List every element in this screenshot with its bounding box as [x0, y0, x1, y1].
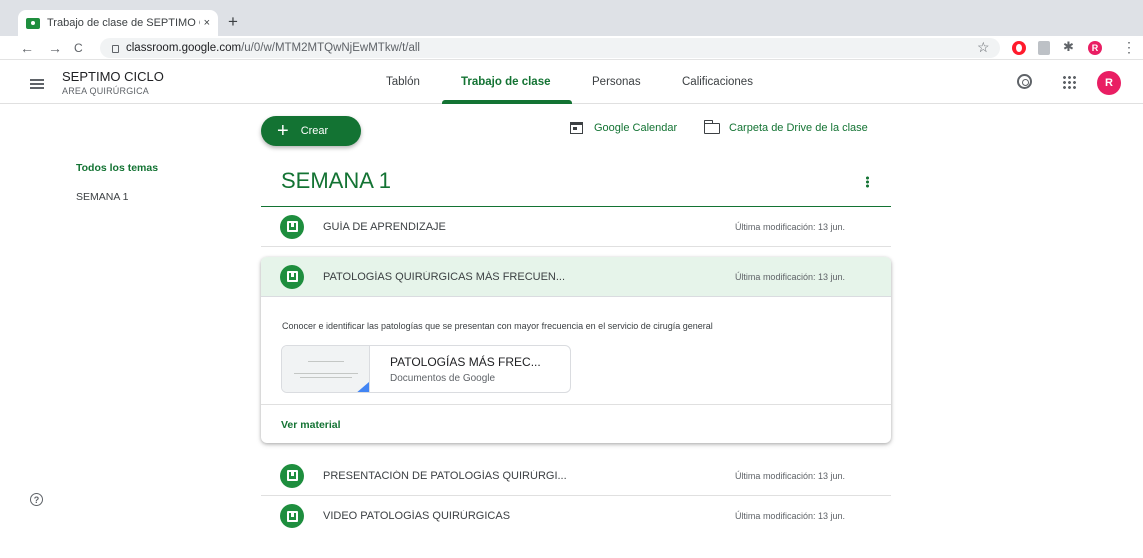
- classwork-item-date: Última modificación: 13 jun.: [734, 511, 845, 521]
- folder-icon: [703, 119, 720, 134]
- attachment-card[interactable]: PATOLOGÍAS MÁS FREC... Documentos de Goo…: [281, 345, 571, 393]
- material-icon: [280, 463, 304, 488]
- classwork-item-header[interactable]: PATOLOGÍAS QUIRÚRGICAS MÁS FRECUEN... Úl…: [261, 257, 891, 297]
- classwork-item-title: GUÍA DE APRENDIZAJE: [323, 220, 446, 233]
- active-tab-indicator: [442, 100, 572, 104]
- close-tab-icon[interactable]: ×: [204, 17, 210, 29]
- class-name[interactable]: SEPTIMO CICLO: [62, 69, 164, 84]
- classroom-favicon-icon: [26, 17, 40, 29]
- expanded-divider: [261, 404, 891, 405]
- plus-icon: +: [277, 120, 289, 142]
- classwork-item-title: VIDEO PATOLOGÍAS QUIRÚRGICAS: [323, 510, 511, 522]
- bookmark-star-icon[interactable]: ☆: [977, 39, 990, 56]
- url-path: /u/0/w/MTM2MTQwNjEwMTkw/t/all: [241, 42, 420, 54]
- browser-tab[interactable]: Trabajo de clase de SEPTIMO C ×: [18, 10, 218, 36]
- classwork-item[interactable]: PRESENTACIÓN DE PATOLOGÍAS QUIRÚRGI... Ú…: [261, 456, 891, 496]
- classwork-item-description: Conocer e identificar las patologías que…: [282, 321, 713, 331]
- url-host: classroom.google.com: [126, 42, 242, 54]
- google-calendar-label: Google Calendar: [594, 122, 678, 134]
- classwork-item-title: PATOLOGÍAS QUIRÚRGICAS MÁS FRECUEN...: [323, 270, 566, 283]
- address-bar[interactable]: classroom.google.com/u/0/w/MTM2MTQwNjEwM…: [100, 38, 1000, 58]
- tab-tablon[interactable]: Tablón: [386, 76, 420, 88]
- browser-toolbar: ← → C classroom.google.com/u/0/w/MTM2MTQ…: [0, 36, 1143, 60]
- material-icon: [280, 504, 304, 528]
- forward-arrow-icon[interactable]: →: [48, 39, 62, 57]
- google-docs-corner-icon: [355, 382, 369, 392]
- reload-icon[interactable]: C: [74, 39, 83, 57]
- calendar-icon: [570, 122, 583, 134]
- extensions-puzzle-icon[interactable]: ✱: [1063, 39, 1074, 55]
- topic-item-semana-1[interactable]: SEMANA 1: [76, 191, 158, 203]
- material-icon: [280, 214, 304, 239]
- apps-grid-icon[interactable]: [1062, 75, 1076, 89]
- classwork-item[interactable]: VIDEO PATOLOGÍAS QUIRÚRGICAS Última modi…: [261, 496, 891, 536]
- tab-calificaciones[interactable]: Calificaciones: [682, 76, 753, 88]
- expanded-classwork-item: PATOLOGÍAS QUIRÚRGICAS MÁS FRECUEN... Úl…: [261, 257, 891, 443]
- classwork-item-date: Última modificación: 13 jun.: [734, 271, 845, 282]
- browser-menu-icon[interactable]: ⋮: [1122, 39, 1136, 56]
- main-menu-icon[interactable]: [30, 79, 44, 89]
- attachment-type: Documentos de Google: [390, 373, 496, 384]
- document-extension-icon[interactable]: [1038, 41, 1050, 55]
- topic-title: SEMANA 1: [281, 168, 392, 193]
- create-button[interactable]: + Crear: [261, 116, 361, 146]
- view-material-link[interactable]: Ver material: [281, 419, 341, 431]
- back-arrow-icon[interactable]: ←: [20, 39, 34, 57]
- browser-profile-avatar[interactable]: R: [1088, 41, 1102, 55]
- settings-gear-icon[interactable]: [1017, 74, 1032, 89]
- help-icon[interactable]: ?: [30, 493, 43, 506]
- classwork-item-date: Última modificación: 13 jun.: [734, 221, 845, 232]
- topic-item-all[interactable]: Todos los temas: [76, 162, 158, 174]
- classwork-item-title: PRESENTACIÓN DE PATOLOGÍAS QUIRÚRGI...: [323, 469, 567, 482]
- tab-trabajo-de-clase[interactable]: Trabajo de clase: [461, 76, 551, 88]
- tab-personas[interactable]: Personas: [592, 76, 641, 88]
- topic-list: Todos los temas SEMANA 1: [76, 162, 158, 220]
- create-button-label: Crear: [300, 125, 329, 137]
- document-thumbnail: [282, 346, 370, 392]
- lock-icon: [112, 45, 119, 53]
- material-icon: [280, 264, 304, 289]
- classwork-item[interactable]: GUÍA DE APRENDIZAJE Última modificación:…: [261, 207, 891, 247]
- google-calendar-link[interactable]: Google Calendar: [570, 122, 677, 134]
- classroom-header: SEPTIMO CICLO AREA QUIRÚRGICA Tablón Tra…: [0, 61, 1143, 104]
- topic-options-icon[interactable]: [866, 176, 869, 188]
- drive-folder-link[interactable]: Carpeta de Drive de la clase: [703, 119, 868, 134]
- class-section: AREA QUIRÚRGICA: [62, 86, 150, 96]
- classwork-item-date: Última modificación: 13 jun.: [734, 470, 845, 481]
- drive-folder-label: Carpeta de Drive de la clase: [729, 122, 868, 134]
- browser-tab-title: Trabajo de clase de SEPTIMO C: [47, 17, 200, 29]
- attachment-title: PATOLOGÍAS MÁS FREC...: [390, 355, 541, 369]
- user-avatar[interactable]: R: [1097, 71, 1121, 95]
- new-tab-button[interactable]: +: [228, 13, 238, 31]
- opera-extension-icon[interactable]: [1012, 41, 1026, 55]
- browser-tabstrip: Trabajo de clase de SEPTIMO C × +: [0, 0, 1143, 36]
- address-url: classroom.google.com/u/0/w/MTM2MTQwNjEwM…: [126, 42, 420, 54]
